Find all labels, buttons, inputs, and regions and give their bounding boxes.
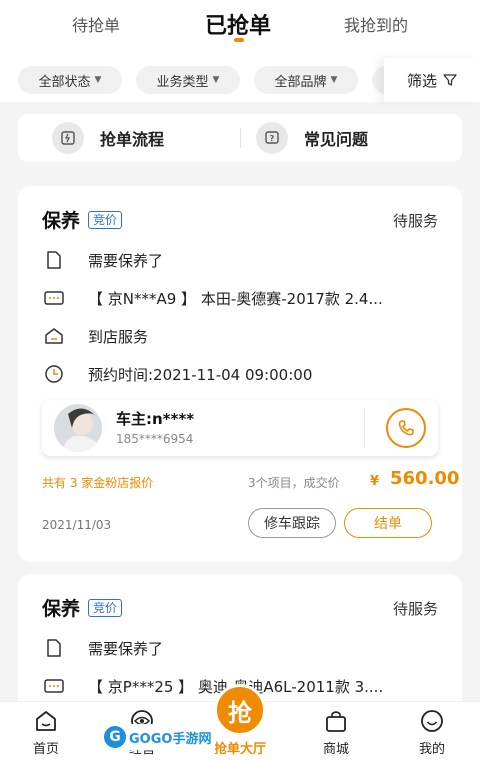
filter-button-label: 筛选 [406, 71, 437, 90]
order-need-row: 需要保养了 [42, 248, 442, 272]
active-tab-indicator [234, 38, 244, 42]
grab-flow-button[interactable]: 抢单流程 [52, 114, 164, 162]
chevron-down-icon: ▼ [330, 75, 338, 85]
order-header: 保养 竞价 [42, 206, 123, 233]
license-plate-icon [42, 286, 66, 310]
items-info-text: 3个项目，成交价 [248, 476, 340, 490]
order-appointment-text: 预约时间:2021-11-04 09:00:00 [88, 365, 313, 384]
order-card[interactable]: 保养 竞价 待服务 需要保养了 【 京N***A9 】 本田-奥德赛-2017款… [18, 186, 462, 562]
nav-mall-label: 商城 [322, 742, 349, 757]
order-service-row: 到店服务 [42, 324, 442, 348]
quote-row: 共有 3 家金粉店报价 3个项目，成交价 ¥ 560.00 [42, 468, 459, 494]
tab-pending-grab[interactable]: 待抢单 [72, 12, 120, 36]
filter-status-dropdown[interactable]: 全部状态 ▼ [18, 66, 122, 94]
tab-grabbed[interactable]: 已抢单 [205, 8, 271, 40]
document-icon [42, 636, 66, 660]
order-title: 保养 [42, 210, 81, 232]
order-need-text: 需要保养了 [88, 251, 164, 270]
bid-badge: 竞价 [88, 598, 123, 617]
filter-business-type-label: 业务类型 [156, 74, 209, 90]
order-appointment-row: 预约时间:2021-11-04 09:00:00 [42, 362, 442, 386]
filter-business-type-dropdown[interactable]: 业务类型 ▼ [136, 66, 240, 94]
bottom-nav: 首页 经营 抢 抢单大厅 商城 我的 G GOGO手游网 [0, 684, 480, 760]
watermark-text: GOGO手游网 [129, 731, 212, 747]
filter-brand-dropdown[interactable]: 全部品牌 ▼ [254, 66, 358, 94]
chevron-down-icon: ▼ [212, 75, 220, 85]
order-service-text: 到店服务 [88, 327, 149, 346]
order-status: 待服务 [392, 212, 438, 230]
flow-icon [52, 122, 84, 154]
shop-icon [42, 324, 66, 348]
grab-flow-label: 抢单流程 [100, 130, 165, 149]
order-title: 保养 [42, 598, 81, 620]
phone-icon [398, 420, 414, 436]
watermark-logo: G GOGO手游网 [100, 724, 216, 750]
nav-home[interactable]: 首页 [16, 708, 76, 757]
shopping-bag-icon [326, 711, 346, 732]
owner-divider [364, 408, 365, 448]
nav-mine[interactable]: 我的 [402, 708, 462, 757]
shops-quote-text: 共有 3 家金粉店报价 [42, 476, 154, 490]
grab-hall-button[interactable]: 抢 [214, 684, 266, 736]
clock-icon [42, 362, 66, 386]
avatar [54, 404, 102, 452]
license-plate-icon [42, 674, 66, 698]
order-header: 保养 竞价 [42, 594, 123, 621]
tab-my-won[interactable]: 我抢到的 [344, 12, 408, 36]
quick-actions-card: 抢单流程 ? 常见问题 [18, 114, 462, 162]
filter-bar: 全部状态 ▼ 业务类型 ▼ 全部品牌 ▼ 筛选 [0, 58, 480, 102]
order-car-row: 【 京N***A9 】 本田-奥德赛-2017款 2.4... [42, 286, 442, 310]
filter-status-label: 全部状态 [38, 74, 91, 90]
order-need-row: 需要保养了 [42, 636, 442, 660]
filter-brand-label: 全部品牌 [274, 74, 327, 90]
order-status: 待服务 [392, 600, 438, 618]
owner-phone: 185****6954 [116, 432, 194, 446]
watermark-g: G [104, 726, 126, 748]
svg-text:?: ? [270, 134, 275, 143]
filter-button[interactable]: 筛选 [384, 58, 480, 102]
order-need-text: 需要保养了 [88, 639, 164, 658]
bid-badge: 竞价 [88, 210, 123, 229]
repair-tracking-button[interactable]: 修车跟踪 [248, 508, 336, 538]
order-date: 2021/11/03 [42, 518, 112, 532]
order-car-text: 【 京N***A9 】 本田-奥德赛-2017款 2.4... [88, 289, 383, 308]
funnel-icon [443, 74, 457, 86]
nav-mine-label: 我的 [418, 742, 445, 757]
nav-home-label: 首页 [32, 742, 59, 757]
faq-button[interactable]: ? 常见问题 [256, 114, 368, 162]
owner-name: 车主:n**** [116, 410, 195, 428]
quick-divider [240, 128, 241, 148]
question-icon: ? [256, 122, 288, 154]
smiley-icon [421, 710, 443, 732]
chevron-down-icon: ▼ [94, 75, 102, 85]
owner-info-box: 车主:n**** 185****6954 [42, 400, 438, 456]
price-currency: ¥ [370, 474, 380, 489]
top-tab-bar: 待抢单 已抢单 我抢到的 [0, 0, 480, 58]
faq-label: 常见问题 [304, 130, 369, 149]
document-icon [42, 248, 66, 272]
close-order-button[interactable]: 结单 [344, 508, 432, 538]
call-button[interactable] [386, 408, 426, 448]
price-amount: 560.00 [390, 468, 460, 489]
nav-mall[interactable]: 商城 [306, 708, 366, 757]
home-icon [36, 711, 56, 731]
